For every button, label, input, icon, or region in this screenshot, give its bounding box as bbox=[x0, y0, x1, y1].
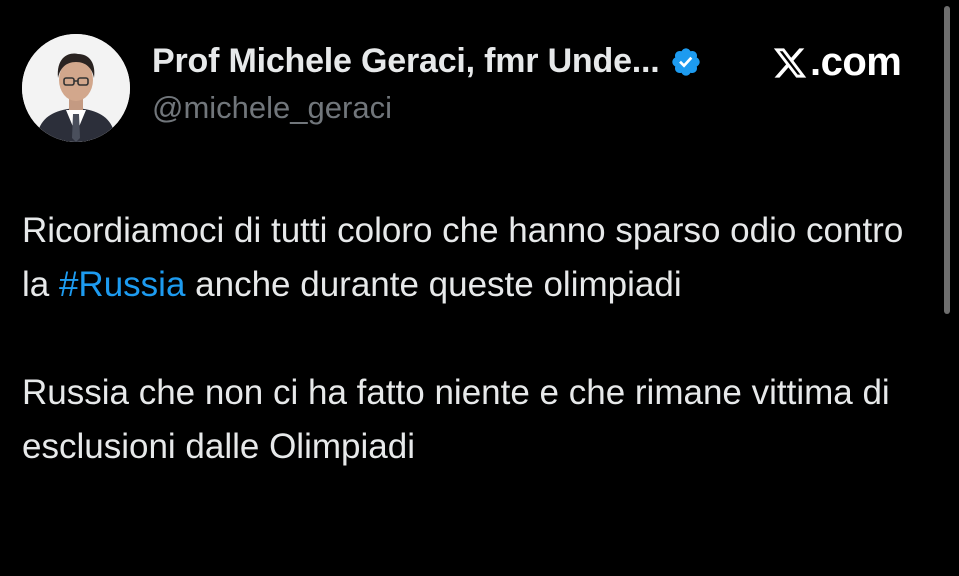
tweet-paragraph-1: Ricordiamoci di tutti coloro che hanno s… bbox=[22, 204, 922, 312]
verified-badge-icon bbox=[670, 46, 702, 78]
tweet-card: Prof Michele Geraci, fmr Unde... @michel… bbox=[0, 0, 959, 576]
scrollbar[interactable] bbox=[944, 6, 950, 314]
tweet-paragraph-2: Russia che non ci ha fatto niente e che … bbox=[22, 373, 890, 466]
profile-photo-icon bbox=[22, 34, 130, 142]
x-brand: .com bbox=[772, 40, 902, 85]
tweet-text: Ricordiamoci di tutti coloro che hanno s… bbox=[22, 204, 922, 474]
author-display-name[interactable]: Prof Michele Geraci, fmr Unde... bbox=[152, 42, 660, 81]
brand-domain-text: .com bbox=[810, 40, 902, 84]
avatar[interactable] bbox=[22, 34, 130, 142]
author-handle[interactable]: @michele_geraci bbox=[152, 90, 392, 126]
tweet-text-segment: anche durante queste olimpiadi bbox=[185, 265, 682, 304]
x-logo-icon bbox=[772, 45, 808, 81]
hashtag-link[interactable]: #Russia bbox=[59, 265, 185, 304]
author-name-row: Prof Michele Geraci, fmr Unde... bbox=[152, 42, 702, 81]
